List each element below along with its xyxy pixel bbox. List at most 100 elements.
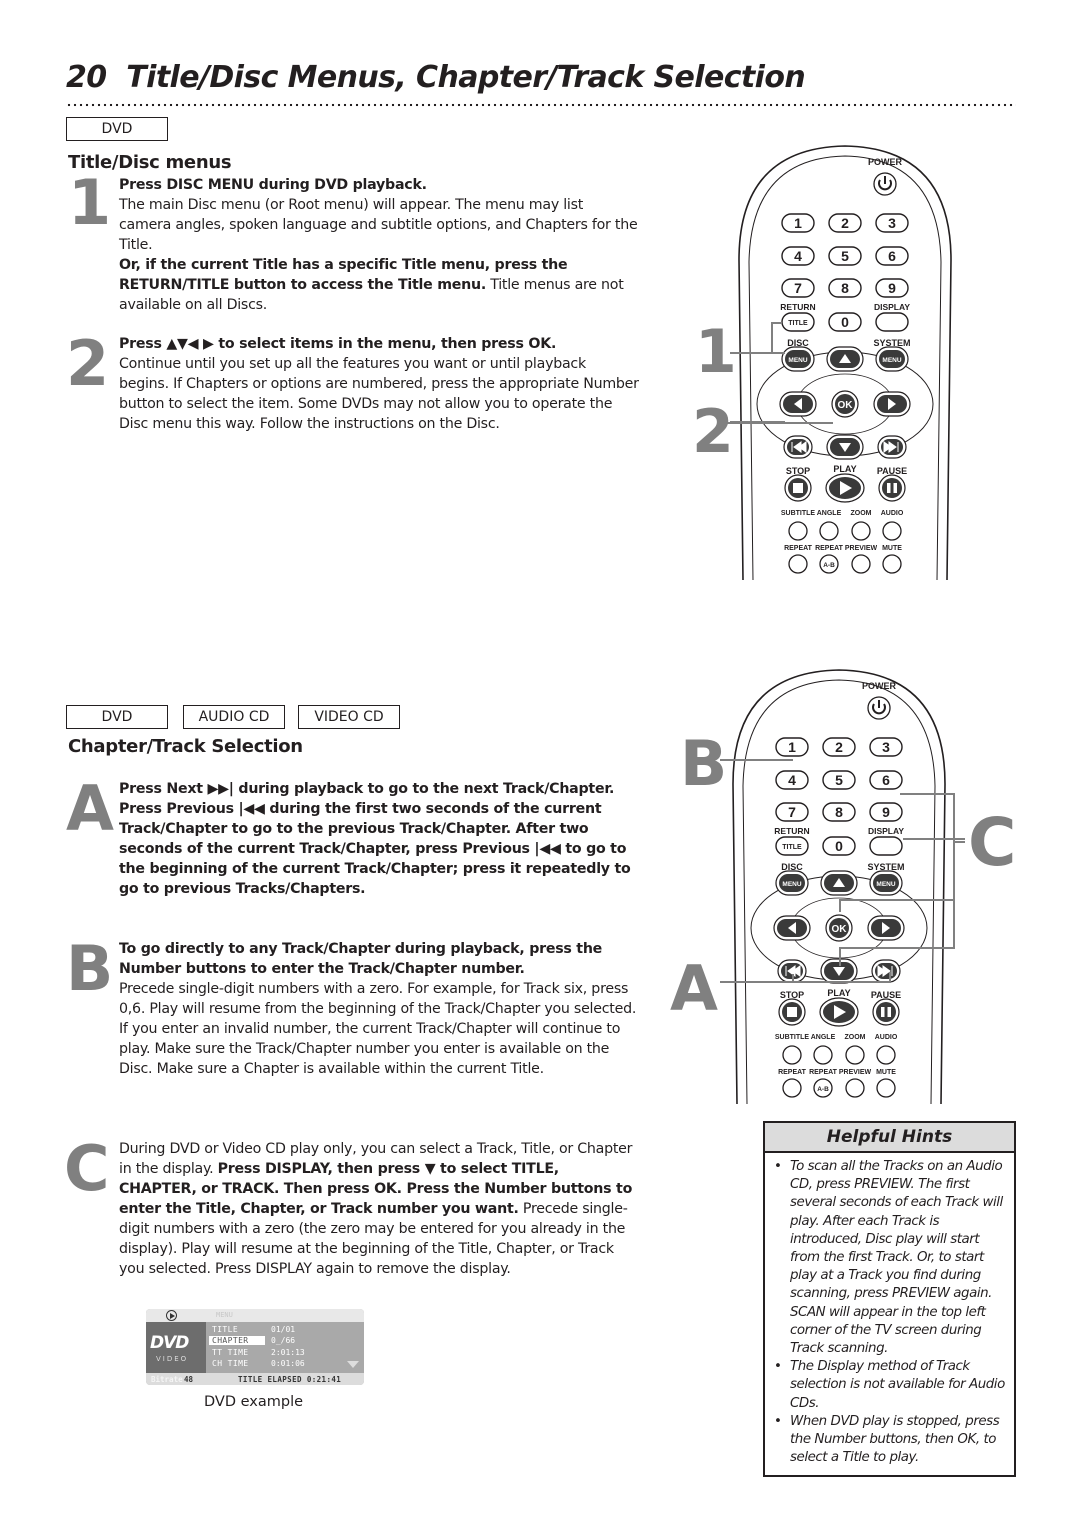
dvd-screen-menu-label: MENU — [216, 1311, 233, 1319]
function-button — [845, 1045, 865, 1065]
function-button — [819, 521, 839, 541]
bullet-icon: • — [774, 1359, 782, 1375]
function-label: REPEAT — [815, 545, 844, 552]
title-dotted-rule — [66, 103, 1016, 107]
disc-tag-dvd: DVD — [66, 705, 168, 729]
function-button — [845, 1078, 865, 1098]
disc-tag-audio-cd: AUDIO CD — [183, 705, 285, 729]
hints-list: • To scan all the Tracks on an Audio CD, … — [765, 1153, 1014, 1467]
step-1-instruction: Press DISC MENU during DVD playback. — [119, 177, 427, 193]
bitrate-value: 48 — [184, 1375, 194, 1384]
digit-label: 2 — [841, 215, 849, 231]
hint-text: When DVD play is stopped, press the Numb… — [790, 1413, 1000, 1466]
dvd-logo-sub: VIDEO — [156, 1355, 189, 1363]
return-label: RETURN — [780, 302, 815, 312]
hint-text: The Display method of Track selection is… — [790, 1359, 1005, 1411]
step-b-note: If you enter an invalid number, the curr… — [119, 1021, 621, 1077]
ab-label: A-B — [817, 1086, 829, 1093]
step-b-instruction: To go directly to any Track/Chapter duri… — [119, 941, 603, 977]
page-title: 20 Title/Disc Menus, Chapter/Track Selec… — [66, 60, 806, 95]
power-label: POWER — [868, 157, 903, 167]
display-button — [875, 312, 909, 332]
dvd-logo: DVD — [150, 1333, 189, 1353]
bullet-icon: • — [774, 1159, 782, 1174]
digit-label: 8 — [841, 280, 849, 296]
helpful-hints-box: Helpful Hints • To scan all the Tracks on… — [763, 1121, 1016, 1477]
digit-label: 5 — [841, 248, 849, 264]
down-arrow-icon — [347, 1361, 359, 1368]
function-label: PREVIEW — [839, 1069, 872, 1076]
function-label: SUBTITLE — [781, 510, 816, 517]
disc-tag-dvd: DVD — [66, 117, 168, 141]
callout-lines-remote1 — [730, 322, 785, 423]
digit-label: 7 — [794, 280, 802, 296]
dvd-row-value: 0:01:06 — [271, 1359, 305, 1368]
hint-item: • The Display method of Track selection i… — [773, 1358, 1008, 1413]
pause-icon — [893, 483, 897, 493]
step-2-instruction: Press ▲▼◀ ▶ to select items in the menu,… — [119, 336, 557, 352]
hint-item: • When DVD play is stopped, press the Num… — [773, 1413, 1008, 1468]
dvd-row-label: TITLE — [212, 1325, 239, 1334]
dvd-screen-top-bar — [146, 1309, 364, 1322]
dvd-row-value: 2:01:13 — [271, 1348, 305, 1357]
dvd-row-label: CH TIME — [212, 1359, 249, 1368]
hint-text: To scan all the Tracks on an Audio CD, p… — [790, 1159, 1003, 1357]
digit-label: 4 — [794, 248, 802, 264]
function-label: AUDIO — [881, 510, 904, 517]
function-label: PREVIEW — [845, 545, 878, 552]
step-letter-b: B — [66, 932, 114, 1005]
function-label: SUBTITLE — [775, 1034, 810, 1041]
bullet-icon: • — [774, 1413, 782, 1429]
digit-label: 3 — [888, 215, 896, 231]
function-button — [876, 1045, 896, 1065]
menu-label: MENU — [788, 357, 807, 364]
pause-icon — [887, 483, 891, 493]
helpful-hints-title: Helpful Hints — [765, 1123, 1014, 1153]
function-button — [813, 1045, 833, 1065]
step-1-detail: The main Disc menu (or Root menu) will a… — [119, 197, 638, 253]
function-button — [788, 554, 808, 574]
function-button — [782, 1045, 802, 1065]
function-button — [851, 521, 871, 541]
step-2-text: Press ▲▼◀ ▶ to select items in the menu,… — [119, 334, 639, 434]
dvd-example-caption: DVD example — [204, 1394, 304, 1410]
digit-label: 6 — [888, 248, 896, 264]
section-heading-chapter-track: Chapter/Track Selection — [68, 736, 303, 757]
display-label: DISPLAY — [874, 302, 910, 312]
page-number: 20 — [66, 60, 107, 95]
hint-item: • To scan all the Tracks on an Audio CD, … — [773, 1158, 1008, 1358]
step-c-text: During DVD or Video CD play only, you ca… — [119, 1139, 639, 1279]
ab-label: A-B — [823, 562, 835, 569]
pause-button — [882, 478, 902, 498]
function-button — [788, 521, 808, 541]
play-label: PLAY — [833, 464, 856, 474]
disc-tag-video-cd: VIDEO CD — [298, 705, 400, 729]
dvd-row-label-selected: CHAPTER — [209, 1336, 265, 1345]
function-label: REPEAT — [778, 1069, 807, 1076]
function-label: ZOOM — [845, 1034, 866, 1041]
title-button-label: TITLE — [788, 320, 808, 327]
stop-icon — [793, 483, 803, 493]
function-button — [782, 1078, 802, 1098]
step-b-text: To go directly to any Track/Chapter duri… — [119, 939, 639, 1079]
function-label: MUTE — [876, 1069, 896, 1076]
step-2-detail: Continue until you set up all the featur… — [119, 356, 639, 432]
callout-line-2 — [725, 422, 833, 424]
dvd-row-value: 0_/66 — [271, 1336, 296, 1345]
dvd-row-label: TT TIME — [212, 1348, 249, 1357]
function-label: MUTE — [882, 545, 902, 552]
ok-label: OK — [838, 400, 854, 411]
menu-label: MENU — [882, 357, 901, 364]
function-button — [882, 521, 902, 541]
function-label: REPEAT — [809, 1069, 838, 1076]
dvd-row-value: 01/01 — [271, 1325, 296, 1334]
step-letter-c: C — [64, 1132, 110, 1205]
step-1-text: Press DISC MENU during DVD playback. The… — [119, 175, 639, 315]
dvd-display-example: MENU DVD VIDEO TITLE 01/01 CHAPTER 0_/66… — [146, 1309, 364, 1385]
function-button — [882, 554, 902, 574]
callout-lines-remote2 — [720, 759, 965, 983]
play-icon — [166, 1310, 177, 1321]
function-label: ZOOM — [851, 510, 872, 517]
digit-label: 1 — [794, 215, 802, 231]
digit-label: 9 — [888, 280, 896, 296]
